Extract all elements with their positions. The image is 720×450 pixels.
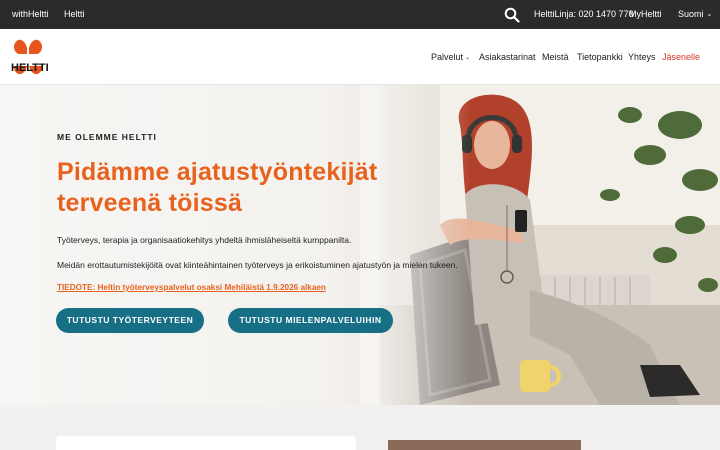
hero-paragraph-1: Työterveys, terapia ja organisaatiokehit… bbox=[57, 235, 352, 245]
nav-palvelut[interactable]: Palvelut ⌄ bbox=[431, 52, 470, 62]
top-utility-bar: withHeltti Heltti HelttiLinja: 020 1470 … bbox=[0, 0, 720, 29]
content-card bbox=[56, 436, 356, 450]
language-selector[interactable]: Suomi ⌄ bbox=[678, 9, 712, 19]
hero-section: ME OLEMME HELTTI Pidämme ajatustyöntekij… bbox=[0, 85, 720, 405]
logo-text: HELTTI bbox=[11, 62, 49, 74]
nav-asiakastarinat[interactable]: Asiakastarinat bbox=[479, 52, 536, 62]
nav-yhteys[interactable]: Yhteys bbox=[628, 52, 656, 62]
hero-paragraph-2: Meidän erottautumistekijöitä ovat kiinte… bbox=[57, 260, 458, 270]
hero-eyebrow: ME OLEMME HELTTI bbox=[57, 132, 157, 142]
hero-title: Pidämme ajatustyöntekijät terveenä töiss… bbox=[57, 158, 378, 217]
withheltti-link[interactable]: withHeltti bbox=[12, 9, 49, 19]
helpline-link[interactable]: HelttiLinja: 020 1470 770 bbox=[534, 9, 634, 19]
myheltti-link[interactable]: MyHeltti bbox=[629, 9, 662, 19]
nav-jasenelle[interactable]: Jäsenelle bbox=[662, 52, 700, 62]
nav-label: Palvelut bbox=[431, 52, 464, 62]
nav-meista[interactable]: Meistä bbox=[542, 52, 569, 62]
heltti-logo[interactable]: HELTTI bbox=[10, 36, 49, 78]
chevron-down-icon: ⌄ bbox=[465, 55, 471, 61]
language-label: Suomi bbox=[678, 9, 704, 19]
content-image bbox=[388, 440, 581, 450]
site-header: HELTTI Palvelut ⌄ Asiakastarinat Meistä T… bbox=[0, 29, 720, 85]
nav-tietopankki[interactable]: Tietopankki bbox=[577, 52, 623, 62]
mental-services-button[interactable]: TUTUSTU MIELENPALVELUIHIN bbox=[228, 308, 393, 333]
chevron-down-icon: ⌄ bbox=[706, 11, 713, 18]
notice-link[interactable]: TIEDOTE: Heltin työterveyspalvelut osaks… bbox=[57, 283, 326, 292]
occupational-health-button[interactable]: TUTUSTU TYÖTERVEYTEEN bbox=[56, 308, 204, 333]
search-icon[interactable] bbox=[504, 7, 520, 23]
heltti-link[interactable]: Heltti bbox=[64, 9, 85, 19]
hero-photo-fade bbox=[360, 85, 470, 405]
